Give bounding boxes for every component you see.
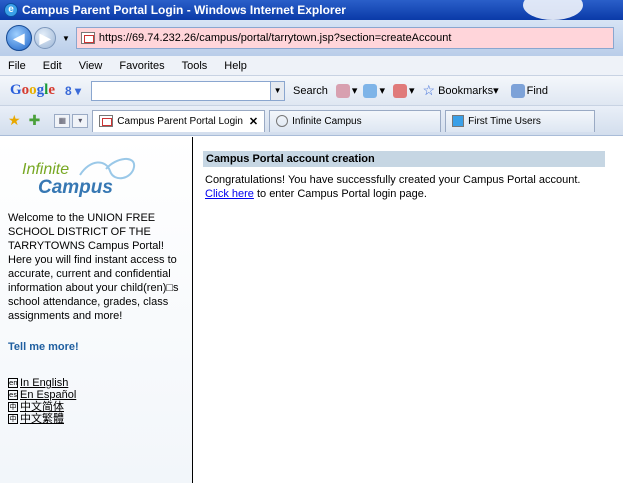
language-spanish[interactable]: es En Español (8, 389, 184, 401)
tab-favicon-icon (99, 115, 114, 127)
add-favorites-icon[interactable]: ✚ (29, 112, 41, 129)
popup-blocker-icon[interactable] (392, 83, 407, 98)
tab-close-icon[interactable]: ✕ (249, 115, 258, 128)
tab-bar: ★ ✚ ▦ ▾ Campus Parent Portal Login ✕ Inf… (0, 106, 623, 136)
menu-edit[interactable]: Edit (43, 60, 62, 72)
google-search-dropdown-icon[interactable]: ▼ (271, 80, 286, 101)
zh-flag-icon: 中 (8, 414, 18, 424)
tell-me-more-link[interactable]: Tell me more! (8, 341, 184, 353)
star-icon: ☆ (422, 82, 436, 98)
ie-page-icon (452, 115, 465, 127)
tab-favicon-icon (276, 115, 289, 127)
favorites-star-icon[interactable]: ★ (8, 112, 21, 129)
forward-button[interactable]: ▶ (34, 27, 56, 49)
menu-tools[interactable]: Tools (182, 60, 208, 72)
menu-bar: File Edit View Favorites Tools Help (0, 56, 623, 76)
url-text[interactable]: https://69.74.232.26/campus/portal/tarry… (99, 32, 452, 44)
add-icon[interactable] (363, 83, 378, 98)
infinite-campus-logo: Infinite Campus (18, 145, 184, 205)
find-button[interactable]: Find (510, 83, 548, 98)
menu-favorites[interactable]: Favorites (119, 60, 164, 72)
tab-infinite-campus[interactable]: Infinite Campus (269, 109, 442, 132)
ie-logo-icon: e (4, 3, 18, 17)
google-search-button[interactable]: Search (293, 85, 328, 97)
history-dropdown-icon[interactable]: ▼ (62, 34, 70, 43)
google-options-icon[interactable]: 8 ▾ (65, 84, 81, 98)
en-flag-icon: en (8, 378, 18, 388)
google-extras[interactable]: ▾ ▾ ▾ (335, 83, 415, 98)
zh-flag-icon: 中 (8, 402, 18, 412)
window-title-bar: e Campus Parent Portal Login - Windows I… (0, 0, 623, 20)
tab-campus-parent-portal[interactable]: Campus Parent Portal Login ✕ (92, 109, 266, 132)
page-heading: Campus Portal account creation (203, 151, 605, 167)
google-toolbar: Google 8 ▾ ▼ Search ▾ ▾ ▾ ☆ Bookmarks ▾ F… (0, 76, 623, 106)
news-icon[interactable] (335, 83, 350, 98)
language-chinese-traditional[interactable]: 中 中文繁體 (8, 413, 184, 425)
language-list: en In English es En Español 中 中文简体 中 中文繁… (8, 377, 184, 425)
menu-file[interactable]: File (8, 60, 26, 72)
success-message: Congratulations! You have successfully c… (205, 174, 581, 200)
google-search-input[interactable] (91, 80, 272, 101)
tab-first-time-users[interactable]: First Time Users (445, 109, 596, 132)
address-bar[interactable]: https://69.74.232.26/campus/portal/tarry… (75, 27, 614, 49)
language-chinese-simplified[interactable]: 中 中文简体 (8, 401, 184, 413)
language-english[interactable]: en In English (8, 377, 184, 389)
navigation-bar: ◀ ▶ ▼ https://69.74.232.26/campus/portal… (0, 20, 623, 56)
sidebar: Infinite Campus Welcome to the UNION FRE… (0, 137, 193, 483)
menu-help[interactable]: Help (224, 60, 247, 72)
window-title: Campus Parent Portal Login - Windows Int… (22, 3, 346, 17)
find-icon (510, 83, 525, 98)
page-favicon-icon (80, 32, 95, 44)
quick-tabs-icon[interactable]: ▦ (54, 113, 71, 128)
es-flag-icon: es (8, 390, 18, 400)
menu-view[interactable]: View (79, 60, 103, 72)
back-button[interactable]: ◀ (6, 25, 32, 51)
main-content: Campus Portal account creation Congratul… (203, 151, 605, 201)
click-here-link[interactable]: Click here (205, 188, 254, 200)
welcome-text: Welcome to the UNION FREE SCHOOL DISTRIC… (8, 212, 179, 322)
bookmarks-button[interactable]: ☆ Bookmarks ▾ (423, 82, 499, 99)
tab-list-icon[interactable]: ▾ (72, 113, 89, 128)
google-logo: Google (10, 82, 56, 98)
